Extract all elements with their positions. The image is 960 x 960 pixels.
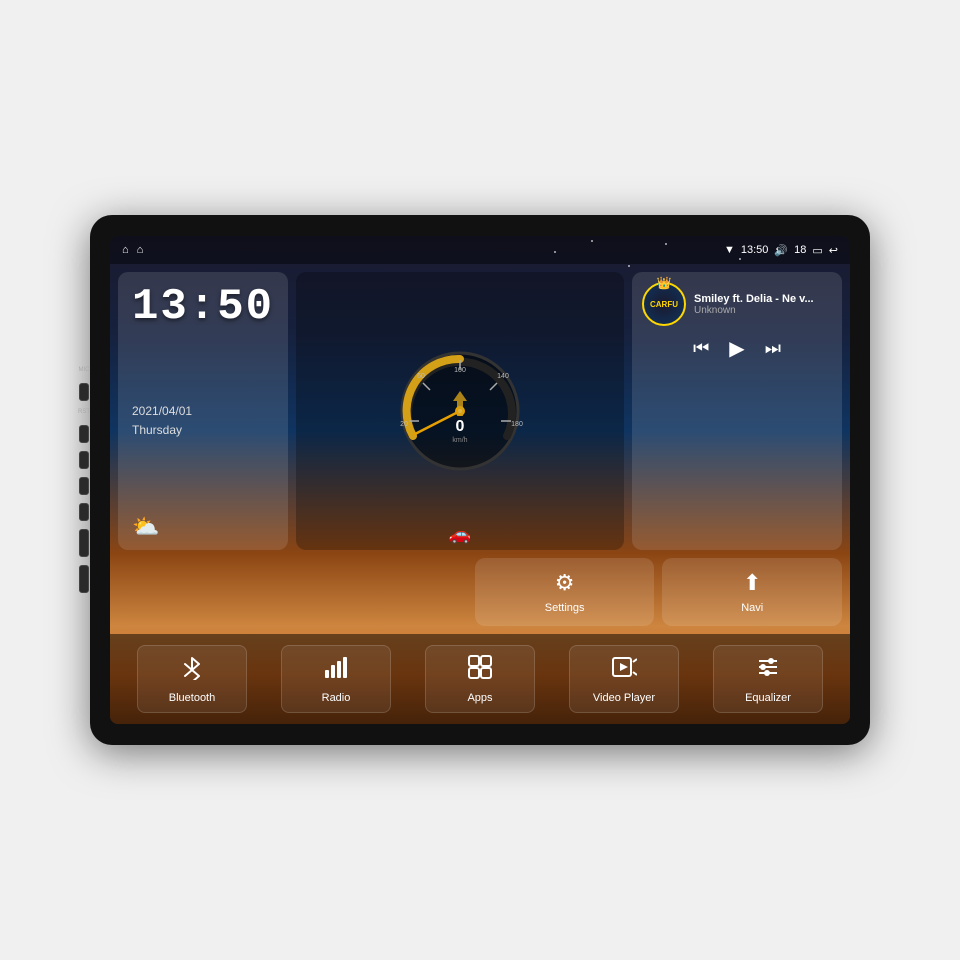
clock-date: 2021/04/01 Thursday <box>132 402 274 440</box>
apps-nav-item[interactable]: Apps <box>425 645 535 713</box>
svg-text:180: 180 <box>511 421 523 428</box>
volume-level: 18 <box>794 244 806 256</box>
equalizer-icon <box>755 654 781 687</box>
wifi-icon: ▼ <box>724 244 735 256</box>
bluetooth-nav-item[interactable]: Bluetooth <box>137 645 247 713</box>
bluetooth-icon <box>179 654 205 687</box>
settings-button[interactable]: ⚙ Settings <box>475 558 655 626</box>
screen: ⌂ ⌂ ▼ 13:50 🔊 18 ▭ ↩ 13:50 2021/04/01 <box>110 236 850 724</box>
equalizer-label: Equalizer <box>745 692 791 704</box>
quick-actions: ⚙ Settings ⬆ Navi <box>118 558 842 626</box>
rst-label: RST <box>78 409 90 415</box>
bottom-nav: Bluetooth Radio <box>110 634 850 724</box>
battery-icon: ▭ <box>812 244 822 257</box>
music-widget: 👑 CARFU Smiley ft. Delia - Ne v... Unkno… <box>632 272 842 550</box>
weather-icon: ⛅ <box>132 514 274 540</box>
main-content: 13:50 2021/04/01 Thursday ⛅ <box>110 264 850 634</box>
home2-icon[interactable]: ⌂ <box>137 244 144 256</box>
music-info-row: 👑 CARFU Smiley ft. Delia - Ne v... Unkno… <box>642 282 832 326</box>
next-button[interactable]: ⏭ <box>765 338 781 359</box>
device: MIC RST ⌂ ⌂ ▼ 13:50 � <box>90 215 870 745</box>
settings-label: Settings <box>545 602 585 614</box>
svg-text:100: 100 <box>454 367 466 374</box>
clock-widget: 13:50 2021/04/01 Thursday ⛅ <box>118 272 288 550</box>
music-logo: 👑 CARFU <box>642 282 686 326</box>
equalizer-nav-item[interactable]: Equalizer <box>713 645 823 713</box>
navi-icon: ⬆ <box>743 570 761 596</box>
side-button-vol-down[interactable] <box>79 565 89 593</box>
svg-text:20: 20 <box>400 421 408 428</box>
navi-label: Navi <box>741 602 763 614</box>
side-button-power[interactable] <box>79 451 89 469</box>
home-icon[interactable]: ⌂ <box>122 244 129 256</box>
widgets-row: 13:50 2021/04/01 Thursday ⛅ <box>118 272 842 550</box>
back-icon[interactable]: ↩ <box>829 244 838 257</box>
side-button-vol-up[interactable] <box>79 529 89 557</box>
play-button[interactable]: ▶ <box>729 336 744 361</box>
side-button-back[interactable] <box>79 503 89 521</box>
music-details: Smiley ft. Delia - Ne v... Unknown <box>694 293 832 316</box>
svg-text:140: 140 <box>497 373 509 380</box>
video-icon <box>611 654 637 687</box>
music-controls: ⏮ ▶ ⏭ <box>642 332 832 365</box>
status-left: ⌂ ⌂ <box>122 244 143 256</box>
volume-icon: 🔊 <box>774 244 788 257</box>
video-nav-item[interactable]: Video Player <box>569 645 679 713</box>
radio-nav-item[interactable]: Radio <box>281 645 391 713</box>
speedometer: 100 60 20 140 180 0 km/h <box>395 346 525 476</box>
status-time: 13:50 <box>741 244 769 256</box>
video-label: Video Player <box>593 692 655 704</box>
side-buttons: MIC RST <box>78 367 90 593</box>
status-bar: ⌂ ⌂ ▼ 13:50 🔊 18 ▭ ↩ <box>110 236 850 264</box>
carfu-label: CARFU <box>650 300 678 309</box>
mic-label: MIC <box>79 367 90 373</box>
music-title: Smiley ft. Delia - Ne v... <box>694 293 832 305</box>
crown-icon: 👑 <box>657 276 672 290</box>
speed-widget: 100 60 20 140 180 0 km/h <box>296 272 624 550</box>
radio-label: Radio <box>322 692 351 704</box>
speedo-svg: 100 60 20 140 180 0 km/h <box>395 346 525 476</box>
apps-label: Apps <box>467 692 492 704</box>
settings-icon: ⚙ <box>555 570 575 596</box>
prev-button[interactable]: ⏮ <box>693 338 709 359</box>
bluetooth-label: Bluetooth <box>169 692 215 704</box>
music-artist: Unknown <box>694 305 832 316</box>
clock-time: 13:50 <box>132 282 274 332</box>
svg-text:60: 60 <box>417 373 425 380</box>
svg-text:km/h: km/h <box>452 437 467 444</box>
apps-icon <box>467 654 493 687</box>
side-button-home[interactable] <box>79 477 89 495</box>
navi-button[interactable]: ⬆ Navi <box>662 558 842 626</box>
car-road: 🚗 <box>449 524 471 545</box>
radio-icon <box>323 654 349 687</box>
side-button-mic[interactable] <box>79 383 89 401</box>
status-right: ▼ 13:50 🔊 18 ▭ ↩ <box>724 244 838 257</box>
svg-text:0: 0 <box>456 418 465 435</box>
side-button-rst[interactable] <box>79 425 89 443</box>
